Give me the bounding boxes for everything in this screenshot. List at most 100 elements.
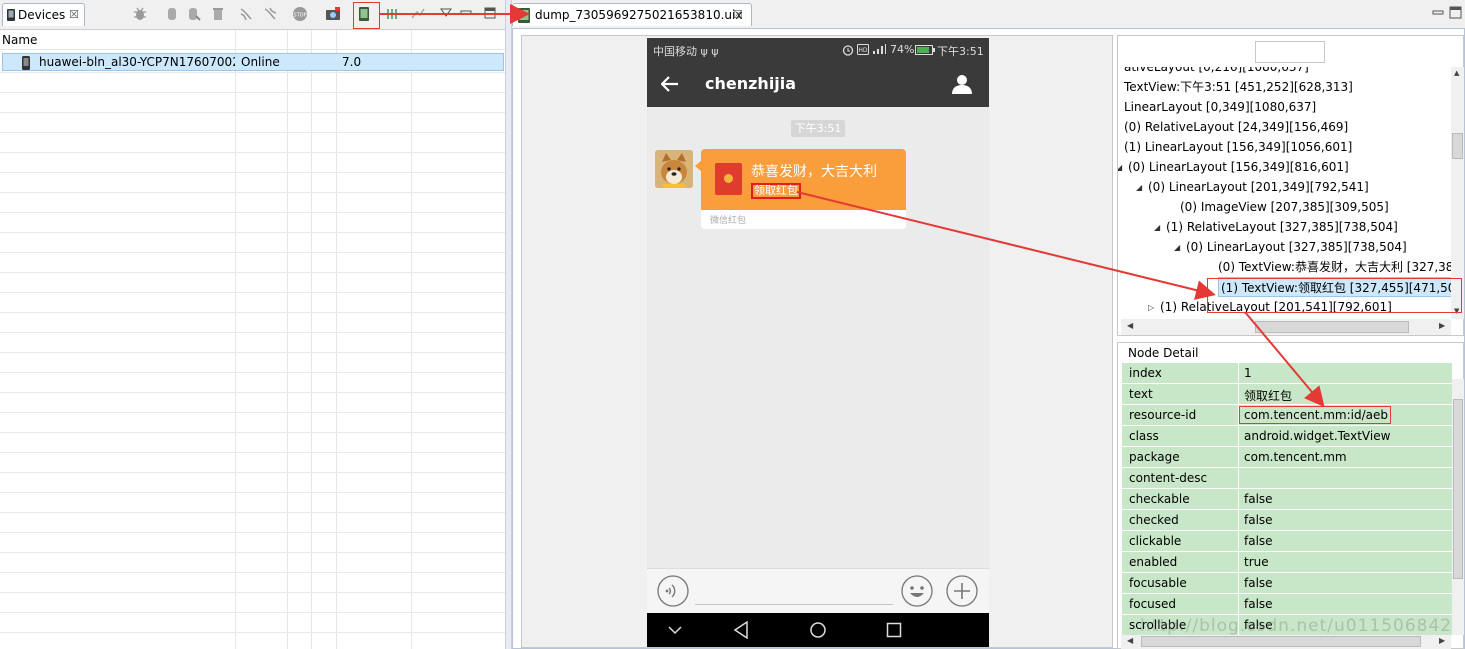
grid-line (0, 332, 505, 333)
devices-tab[interactable]: Devices ☒ (2, 3, 85, 26)
detail-value: false (1244, 597, 1273, 611)
android-status-bar: 中国移动 ψ ψ HD 74% 下午3:51 (647, 38, 989, 62)
stop-process-icon[interactable]: STOP (292, 6, 308, 22)
detail-row-class[interactable]: class android.widget.TextView (1122, 426, 1452, 447)
detail-row-checkable[interactable]: checkable false (1122, 489, 1452, 510)
screen-capture-icon[interactable] (325, 6, 341, 22)
chat-title: chenzhijia (705, 74, 797, 93)
chevron-down-icon[interactable] (668, 625, 682, 635)
detail-value: false (1244, 513, 1273, 527)
grid-line (0, 212, 505, 213)
tree-node-label: (0) LinearLayout [201,349][792,541] (1148, 180, 1369, 194)
detail-row-index[interactable]: index 1 (1122, 363, 1452, 384)
detail-vertical-scrollbar[interactable] (1452, 379, 1464, 635)
tree-node-label: (1) LinearLayout [156,349][1056,601] (1124, 140, 1353, 154)
systrace-icon[interactable] (410, 6, 426, 22)
grid-line (0, 232, 505, 233)
detail-row-checked[interactable]: checked false (1122, 510, 1452, 531)
device-row[interactable]: huawei-bln_al30-YCP7N176070022 Online 7.… (2, 53, 504, 71)
tree-expander-icon[interactable]: ◢ (1136, 178, 1142, 198)
tree-node-label: ativeLayout [0,216][1080,637] (1124, 67, 1309, 74)
devices-table: Name huawei-bln_al30-YCP7N176070022 Onli… (0, 29, 505, 649)
tree-node[interactable]: ◢ (0) LinearLayout [327,385][738,504] (1174, 237, 1407, 257)
tree-node-label: (0) ImageView [207,385][309,505] (1180, 200, 1389, 214)
red-envelope-icon (715, 163, 742, 195)
tree-node[interactable]: LinearLayout [0,349][1080,637] (1124, 97, 1316, 117)
annotation-box-dump-button (353, 2, 380, 29)
pane-splitter[interactable] (505, 0, 512, 649)
start-method-profiling-icon[interactable] (262, 6, 278, 22)
tree-node[interactable]: TextView:下午3:51 [451,252][628,313] (1124, 77, 1353, 97)
detail-row-focused[interactable]: focused false (1122, 594, 1452, 615)
cause-gc-icon[interactable] (210, 6, 226, 22)
red-packet-message[interactable]: 恭喜发财，大吉大利 领取红包 微信红包 (701, 149, 906, 229)
detail-row-enabled[interactable]: enabled true (1122, 552, 1452, 573)
annotation-box-resource-id (1239, 406, 1391, 424)
detail-key: checkable (1129, 492, 1190, 506)
nav-home-icon[interactable] (809, 621, 827, 639)
detail-value: true (1244, 555, 1269, 569)
detail-horizontal-scrollbar[interactable]: ◀ ▶ (1121, 635, 1451, 649)
grid-line (0, 492, 505, 493)
debug-icon[interactable] (132, 6, 148, 22)
device-name: huawei-bln_al30-YCP7N176070022 (39, 55, 235, 69)
emoji-icon[interactable] (901, 575, 933, 607)
grid-line (0, 92, 505, 93)
grid-line (0, 312, 505, 313)
detail-value: 1 (1244, 366, 1252, 380)
tree-node-label: TextView:下午3:51 [451,252][628,313] (1124, 80, 1353, 94)
dump-file-tab[interactable]: dump_7305969275021653810.uix ☒ (512, 3, 752, 26)
tree-node[interactable]: ativeLayout [0,216][1080,637] (1124, 67, 1309, 77)
close-icon[interactable]: ☒ (733, 8, 743, 21)
tree-expander-icon[interactable]: ◢ (1174, 238, 1180, 258)
column-name-header[interactable]: Name (2, 33, 37, 47)
profile-icon[interactable] (951, 73, 973, 95)
maximize-icon[interactable] (484, 7, 496, 19)
detail-row-focusable[interactable]: focusable false (1122, 573, 1452, 594)
tree-node[interactable]: (0) RelativeLayout [24,349][156,469] (1124, 117, 1348, 137)
view-menu-icon[interactable] (440, 8, 452, 18)
minimize-icon[interactable] (460, 8, 472, 18)
minimize-icon[interactable] (1432, 7, 1444, 19)
close-icon[interactable]: ☒ (69, 8, 79, 21)
more-plus-icon[interactable] (946, 575, 978, 607)
red-packet-action[interactable]: 领取红包 (751, 183, 801, 199)
detail-row-clickable[interactable]: clickable false (1122, 531, 1452, 552)
update-threads-icon[interactable] (238, 6, 254, 22)
tree-node[interactable]: ◢ (0) LinearLayout [201,349][792,541] (1136, 177, 1369, 197)
tree-expander-icon[interactable]: ▷ (1148, 298, 1154, 318)
hierarchy-compressed-icon[interactable] (386, 6, 402, 22)
grid-line (0, 512, 505, 513)
tree-expander-icon[interactable]: ◢ (1154, 218, 1160, 238)
detail-row-package[interactable]: package com.tencent.mm (1122, 447, 1452, 468)
tree-horizontal-scrollbar[interactable]: ◀ ▶ (1121, 319, 1451, 335)
nav-back-icon[interactable] (733, 621, 749, 639)
dog-avatar-icon (655, 150, 693, 188)
tree-node[interactable]: (0) TextView:恭喜发财，大吉大利 [327,385 (1218, 257, 1451, 277)
detail-row-content-desc[interactable]: content-desc (1122, 468, 1452, 489)
detail-key: index (1129, 366, 1162, 380)
message-input[interactable] (695, 604, 893, 605)
maximize-icon[interactable] (1449, 6, 1462, 19)
contact-avatar[interactable] (655, 150, 693, 188)
tree-node[interactable]: (0) ImageView [207,385][309,505] (1180, 197, 1389, 217)
tree-node[interactable]: ◢ (0) LinearLayout [156,349][816,601] (1118, 157, 1349, 177)
dump-hprof-icon[interactable] (186, 6, 202, 22)
uiautomator-icon (518, 8, 530, 23)
chat-input-bar (647, 568, 989, 613)
column-divider (1238, 573, 1239, 594)
nav-recents-icon[interactable] (886, 622, 902, 638)
devices-table-header: Name (0, 30, 505, 50)
detail-key: class (1129, 429, 1159, 443)
back-arrow-icon[interactable] (661, 76, 679, 92)
voice-input-icon[interactable] (657, 575, 689, 607)
tree-node-label: (1) RelativeLayout [327,385][738,504] (1166, 220, 1398, 234)
device-screenshot[interactable]: 中国移动 ψ ψ HD 74% 下午3:51 chenzhijia 下午3:51… (647, 38, 989, 647)
update-heap-icon[interactable] (164, 6, 180, 22)
tree-expander-icon[interactable]: ◢ (1118, 158, 1122, 178)
detail-row-text[interactable]: text 领取红包 (1122, 384, 1452, 405)
tree-node[interactable]: ◢ (1) RelativeLayout [327,385][738,504] (1154, 217, 1398, 237)
tree-search-input[interactable] (1255, 41, 1325, 63)
grid-line (0, 352, 505, 353)
tree-node[interactable]: (1) LinearLayout [156,349][1056,601] (1124, 137, 1352, 157)
